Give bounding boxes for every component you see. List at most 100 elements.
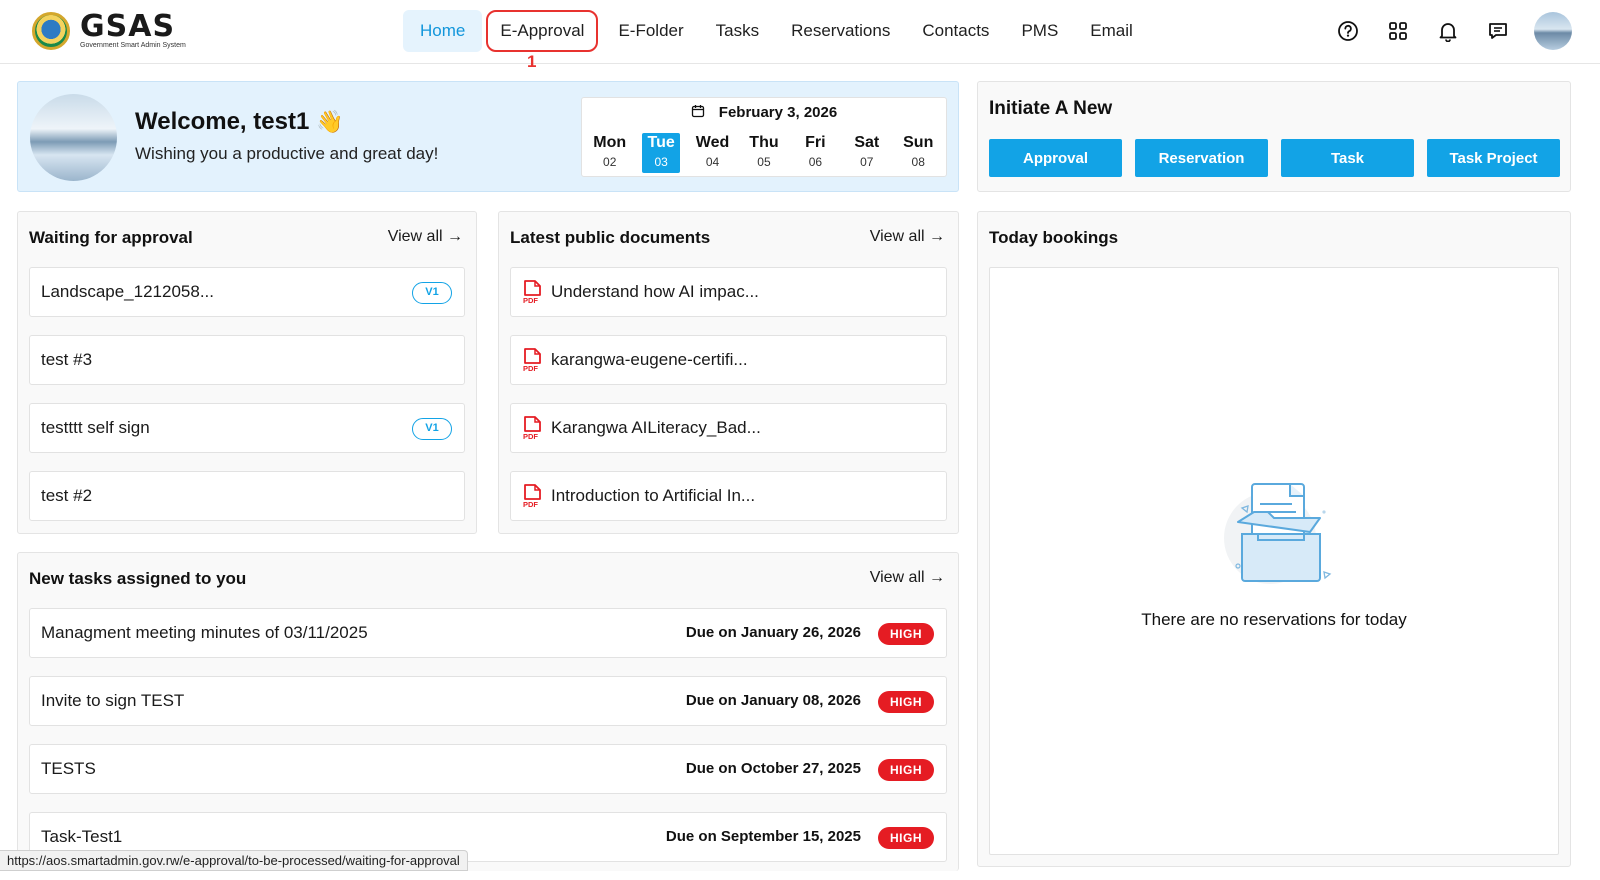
initiate-title: Initiate A New [989, 98, 1113, 119]
day-name: Mon [593, 134, 627, 151]
day-name: Fri [805, 134, 826, 151]
priority-badge: HIGH [878, 623, 934, 645]
pdf-icon: PDF [523, 280, 541, 304]
document-item[interactable]: PDF Karangwa AILiteracy_Bad... [510, 403, 947, 453]
document-item[interactable]: PDF Introduction to Artificial In... [510, 471, 947, 521]
waiting-approval-card: Waiting for approval View all → Landscap… [17, 211, 477, 534]
view-all-link[interactable]: View all → [870, 228, 945, 246]
day-number: 06 [808, 155, 823, 169]
document-name: karangwa-eugene-certifi... [551, 350, 748, 369]
national-emblem-icon [32, 12, 70, 50]
link-status-bar: https://aos.smartadmin.gov.rw/e-approval… [0, 850, 468, 871]
approval-item[interactable]: test #2 [29, 471, 465, 521]
item-label: testttt self sign [41, 418, 150, 437]
approval-item[interactable]: testttt self sign V1 [29, 403, 465, 453]
documents-list: PDF Understand how AI impac... PDF karan… [510, 267, 947, 539]
task-title: Invite to sign TEST [41, 691, 185, 710]
tasks-list: Managment meeting minutes of 03/11/2025 … [29, 608, 947, 880]
nav-e-approval[interactable]: E-Approval [486, 10, 599, 52]
calendar-day-sun[interactable]: Sun 08 [899, 133, 937, 173]
logo[interactable]: GSAS Government Smart Admin System [32, 12, 186, 50]
version-badge: V1 [412, 282, 452, 304]
task-item[interactable]: Managment meeting minutes of 03/11/2025 … [29, 608, 947, 658]
calendar-day-fri[interactable]: Fri 06 [796, 133, 834, 173]
public-documents-card: Latest public documents View all → PDF U… [498, 211, 959, 534]
nav-e-folder[interactable]: E-Folder [602, 10, 699, 52]
calendar-day-thu[interactable]: Thu 05 [745, 133, 783, 173]
user-avatar[interactable] [1534, 12, 1572, 50]
new-task-button[interactable]: Task [1281, 139, 1414, 177]
nav-pms[interactable]: PMS [1005, 10, 1074, 52]
initiate-new-card: Initiate A New Approval Reservation Task… [977, 81, 1571, 192]
day-name: Tue [647, 134, 675, 151]
section-title: New tasks assigned to you [29, 569, 247, 588]
nav-contacts[interactable]: Contacts [906, 10, 1005, 52]
task-due-date: Due on September 15, 2025 [665, 828, 861, 845]
nav-home[interactable]: Home [403, 10, 483, 52]
week-calendar: February 3, 2026 Mon 02 Tue 03 Wed 04 Thu 05… [581, 97, 947, 177]
document-item[interactable]: PDF karangwa-eugene-certifi... [510, 335, 947, 385]
bell-icon[interactable] [1434, 17, 1462, 45]
welcome-text: Welcome, test1 [135, 108, 310, 135]
document-item[interactable]: PDF Understand how AI impac... [510, 267, 947, 317]
day-number: 05 [757, 155, 771, 169]
brand-name: GSAS [80, 9, 176, 44]
day-number: 07 [860, 155, 874, 169]
priority-badge: HIGH [878, 691, 934, 713]
annotation-marker: 1 [527, 52, 537, 71]
document-name: Understand how AI impac... [551, 282, 759, 301]
welcome-avatar [30, 94, 117, 181]
new-tasks-card: New tasks assigned to you View all → Man… [17, 552, 959, 871]
pdf-icon: PDF [523, 484, 541, 508]
day-number: 03 [654, 155, 668, 169]
version-badge: V1 [412, 418, 452, 440]
calendar-day-tue[interactable]: Tue 03 [642, 133, 681, 173]
chat-icon[interactable] [1484, 17, 1512, 45]
nav-email[interactable]: Email [1074, 10, 1149, 52]
day-number: 08 [911, 155, 925, 169]
new-task-project-button[interactable]: Task Project [1427, 139, 1560, 177]
new-approval-button[interactable]: Approval [989, 139, 1122, 177]
calendar-day-mon[interactable]: Mon 02 [591, 133, 629, 173]
brand: GSAS Government Smart Admin System [80, 9, 186, 50]
view-all-link[interactable]: View all → [388, 228, 463, 246]
task-item[interactable]: TESTS Due on October 27, 2025 HIGH [29, 744, 947, 794]
item-label: test #3 [41, 350, 93, 369]
day-name: Thu [749, 134, 779, 151]
calendar-day-sat[interactable]: Sat 07 [848, 133, 886, 173]
item-label: Landscape_1212058... [41, 282, 214, 301]
calendar-icon [691, 105, 704, 118]
welcome-subtitle: Wishing you a productive and great day! [135, 144, 439, 163]
brand-subtitle: Government Smart Admin System [80, 42, 186, 49]
calendar-day-wed[interactable]: Wed 04 [694, 133, 732, 173]
approval-list: Landscape_1212058... V1 test #3 testttt … [29, 267, 465, 539]
nav-tasks[interactable]: Tasks [700, 10, 775, 52]
document-name: Karangwa AILiteracy_Bad... [551, 418, 761, 437]
section-title: Waiting for approval [29, 228, 193, 247]
approval-item[interactable]: Landscape_1212058... V1 [29, 267, 465, 317]
nav-reservations[interactable]: Reservations [775, 10, 906, 52]
task-due-date: Due on October 27, 2025 [685, 760, 861, 777]
view-all-link[interactable]: View all → [870, 569, 945, 587]
task-due-date: Due on January 08, 2026 [685, 692, 861, 709]
apps-grid-icon[interactable] [1384, 17, 1412, 45]
task-title: Managment meeting minutes of 03/11/2025 [41, 623, 368, 642]
pdf-icon: PDF [523, 348, 541, 372]
help-icon[interactable] [1334, 17, 1362, 45]
top-header: GSAS Government Smart Admin System Home … [0, 0, 1600, 71]
section-title: Latest public documents [510, 228, 711, 247]
day-name: Wed [695, 134, 730, 151]
new-reservation-button[interactable]: Reservation [1135, 139, 1268, 177]
document-name: Introduction to Artificial In... [551, 486, 756, 505]
task-item[interactable]: Invite to sign TEST Due on January 08, 2… [29, 676, 947, 726]
task-due-date: Due on January 26, 2026 [685, 624, 861, 641]
task-title: Task-Test1 [41, 827, 123, 846]
section-title: Today bookings [989, 228, 1119, 247]
calendar-days: Mon 02 Tue 03 Wed 04 Thu 05 Fri 06 Sat 07 Sun 0… [582, 133, 946, 173]
task-title: TESTS [41, 759, 96, 778]
welcome-title: Welcome, test1 👋 [135, 108, 343, 136]
approval-item[interactable]: test #3 [29, 335, 465, 385]
day-name: Sun [903, 134, 934, 151]
priority-badge: HIGH [878, 827, 934, 849]
calendar-header: February 3, 2026 [582, 104, 946, 121]
